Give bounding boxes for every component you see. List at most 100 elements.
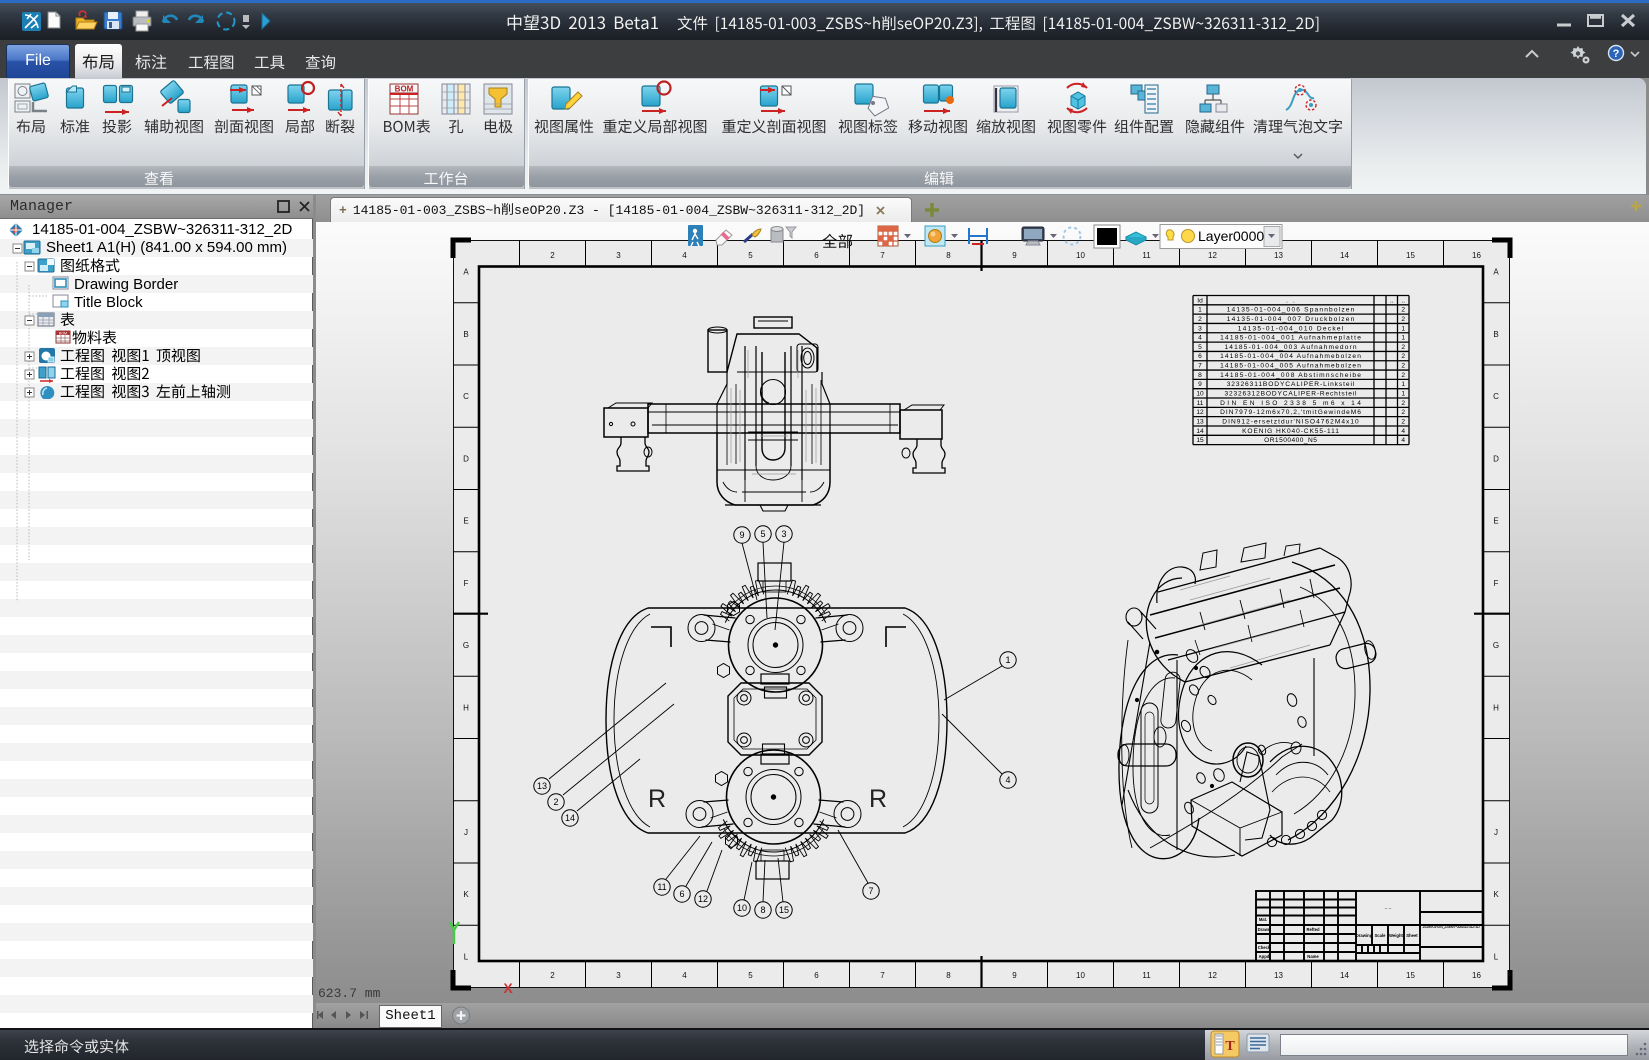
svg-text:13: 13 (537, 781, 547, 791)
svg-text:Drawing: Drawing (1356, 933, 1373, 938)
svg-text:14185-01-004_005 Aufnahmebolz: 14185-01-004_005 Aufnahmebolzen (1220, 363, 1361, 370)
svg-text:2: 2 (1401, 316, 1405, 323)
svg-text:4: 4 (1198, 335, 1202, 342)
svg-text:Weight: Weight (1389, 933, 1403, 938)
svg-text:9: 9 (1012, 251, 1017, 260)
svg-text:9: 9 (1198, 381, 1202, 388)
svg-text:Appd: Appd (1259, 954, 1270, 959)
svg-text:2: 2 (1198, 316, 1202, 323)
svg-text:15: 15 (1406, 971, 1415, 980)
svg-text:10: 10 (1076, 251, 1085, 260)
svg-text:32326312BODYCALIPER-Rechtsteil: 32326312BODYCALIPER-Rechtsteil (1225, 391, 1358, 398)
svg-text:H: H (463, 703, 469, 712)
svg-text:8: 8 (946, 971, 951, 980)
svg-text:11: 11 (1142, 971, 1151, 980)
svg-text:C: C (1493, 392, 1499, 401)
svg-text:7: 7 (880, 251, 885, 260)
svg-text:12: 12 (1196, 409, 1204, 416)
svg-text:?: ? (1613, 48, 1620, 60)
svg-text:1: 1 (1401, 335, 1405, 342)
svg-text:2: 2 (1401, 353, 1405, 360)
svg-text:15: 15 (1406, 251, 1415, 260)
svg-text:14: 14 (1196, 428, 1204, 435)
svg-text:13: 13 (1196, 418, 1204, 425)
svg-text:D: D (1493, 454, 1499, 463)
svg-text:3: 3 (781, 529, 786, 539)
svg-text:Scale: Scale (1375, 933, 1387, 938)
svg-text:10: 10 (1196, 391, 1204, 398)
svg-text:14: 14 (1340, 251, 1349, 260)
svg-text:4: 4 (682, 971, 687, 980)
svg-text:2: 2 (550, 971, 555, 980)
svg-text:10: 10 (1076, 971, 1085, 980)
svg-text:14135-01-004_006 Spannbolzen: 14135-01-004_006 Spannbolzen (1227, 307, 1355, 314)
svg-text:2: 2 (1401, 400, 1405, 407)
svg-text:11: 11 (657, 882, 666, 892)
svg-text:1: 1 (1401, 381, 1405, 388)
svg-text:3: 3 (616, 251, 621, 260)
svg-text:11: 11 (1142, 251, 1151, 260)
svg-text:14185-01-004_001 Aufnahmeplat: 14185-01-004_001 Aufnahmeplatte (1220, 335, 1361, 342)
svg-text:12: 12 (1208, 971, 1217, 980)
svg-text:14185-01-004_ZSBW~326311-312-1: 14185-01-004_ZSBW~326311-312-1D (1422, 924, 1480, 929)
svg-text:G: G (1493, 641, 1499, 650)
svg-text:5: 5 (760, 529, 765, 539)
svg-text:2: 2 (553, 797, 558, 807)
svg-text:14135-01-004_007 Druckbolzen: 14135-01-004_007 Druckbolzen (1227, 316, 1355, 323)
svg-text:14135-01-004_010 Deckel: 14135-01-004_010 Deckel (1238, 325, 1344, 332)
svg-text:14: 14 (1340, 971, 1349, 980)
svg-text:9: 9 (1012, 971, 1017, 980)
svg-text:..: .. (1401, 297, 1405, 304)
svg-text:15: 15 (779, 905, 789, 915)
svg-text:3: 3 (1198, 325, 1202, 332)
svg-text:2: 2 (1401, 307, 1405, 314)
svg-text:4: 4 (1401, 437, 1405, 444)
svg-text:4: 4 (1005, 775, 1010, 785)
svg-text:KOENIG HK040-CK55-111: KOENIG HK040-CK55-111 (1242, 428, 1339, 435)
svg-text:Mat.: Mat. (1259, 917, 1267, 922)
svg-text:32326311BODYCALIPER-Linksteil: 32326311BODYCALIPER-Linksteil (1227, 381, 1355, 388)
svg-text:K: K (463, 890, 469, 899)
svg-text:16: 16 (1472, 971, 1481, 980)
svg-text:BOM: BOM (59, 332, 67, 336)
svg-text:6: 6 (814, 971, 819, 980)
svg-text:2: 2 (1401, 344, 1405, 351)
svg-text:J: J (1494, 828, 1498, 837)
svg-text:R: R (869, 785, 887, 813)
svg-text:1: 1 (1198, 307, 1202, 314)
svg-text:7: 7 (1198, 363, 1202, 370)
svg-text:14185-01-004_003 Aufnahmedorn: 14185-01-004_003 Aufnahmedorn (1225, 344, 1357, 351)
svg-text:E: E (1493, 517, 1498, 526)
svg-text:14: 14 (565, 813, 575, 823)
svg-text:DIN912-ersetztdur'NISO4762M4x1: DIN912-ersetztdur'NISO4762M4x10 (1222, 418, 1359, 425)
svg-text:Check: Check (1258, 945, 1271, 950)
svg-text:A: A (1493, 268, 1499, 277)
svg-text:1: 1 (1401, 391, 1405, 398)
svg-text:BOM: BOM (395, 85, 414, 94)
svg-text:8: 8 (946, 251, 951, 260)
svg-text:9: 9 (739, 530, 744, 540)
svg-text:K: K (1493, 890, 1499, 899)
svg-text:11: 11 (1197, 400, 1204, 407)
svg-text:8: 8 (760, 905, 765, 915)
svg-text:4: 4 (682, 251, 687, 260)
svg-text:7: 7 (868, 886, 873, 896)
svg-text:Refted: Refted (1306, 927, 1319, 932)
svg-text:H: H (1493, 703, 1499, 712)
svg-text:-- --: -- -- (1385, 906, 1392, 911)
svg-text:2: 2 (1401, 418, 1405, 425)
svg-text:B: B (463, 330, 468, 339)
svg-text:4: 4 (1401, 428, 1405, 435)
svg-text:6: 6 (679, 889, 684, 899)
svg-text:16: 16 (1472, 251, 1481, 260)
svg-text:3: 3 (616, 971, 621, 980)
svg-text:Name: Name (1307, 954, 1319, 959)
svg-text:8: 8 (1198, 372, 1202, 379)
svg-text:J: J (464, 828, 468, 837)
svg-text:R: R (648, 785, 666, 813)
svg-text:Drawn: Drawn (1258, 927, 1271, 932)
svg-text:L: L (1494, 952, 1499, 961)
svg-text:2: 2 (550, 251, 555, 260)
svg-text:6: 6 (1198, 353, 1202, 360)
svg-text:Sheet: Sheet (1406, 933, 1418, 938)
